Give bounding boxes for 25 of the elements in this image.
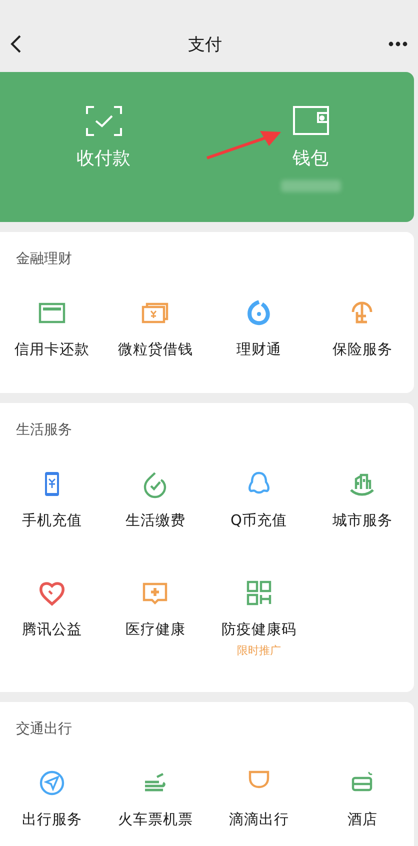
service-label[interactable]: 防疫健康码 xyxy=(221,620,296,639)
service-label[interactable]: Q币充值 xyxy=(230,511,287,530)
service-label[interactable]: 火车票机票 xyxy=(118,810,193,829)
blurred-balance xyxy=(280,180,340,192)
service-label[interactable]: 生活缴费 xyxy=(125,511,186,530)
section-title: 生活服务 xyxy=(15,421,72,439)
back-icon[interactable] xyxy=(10,34,22,54)
service-label[interactable]: 信用卡还款 xyxy=(14,340,90,359)
wallet-icon[interactable] xyxy=(292,106,328,136)
scan-check-icon[interactable] xyxy=(86,106,122,136)
service-label[interactable]: 医疗健康 xyxy=(125,620,186,639)
more-icon[interactable] xyxy=(388,41,408,47)
service-label[interactable]: 腾讯公益 xyxy=(22,620,82,639)
service-label[interactable]: 手机充值 xyxy=(22,511,82,530)
page-title: 支付 xyxy=(188,34,222,56)
section-title: 金融理财 xyxy=(15,250,72,268)
service-label[interactable]: 城市服务 xyxy=(332,511,392,530)
service-label[interactable]: 微粒贷借钱 xyxy=(118,340,193,359)
service-label[interactable]: 酒店 xyxy=(347,810,378,829)
section-title: 交通出行 xyxy=(15,720,72,738)
service-label[interactable]: 理财通 xyxy=(236,340,282,359)
service-label[interactable]: 保险服务 xyxy=(332,340,392,359)
service-label[interactable]: 出行服务 xyxy=(22,810,82,829)
service-label[interactable]: 滴滴出行 xyxy=(228,810,289,829)
promo-note: 限时推广 xyxy=(236,643,281,658)
